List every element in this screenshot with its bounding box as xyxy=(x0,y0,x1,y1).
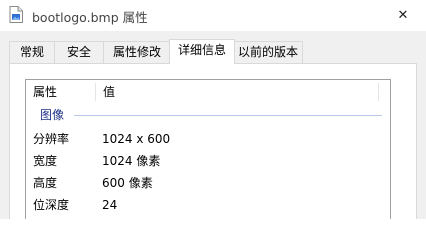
column-header-value[interactable]: 值 xyxy=(96,80,378,105)
tab-attribute-edit[interactable]: 属性修改 xyxy=(103,41,171,63)
property-name: 分辨率 xyxy=(33,132,70,146)
title-bar[interactable]: bootlogo.bmp 属性 ✕ xyxy=(0,0,426,31)
group-label: 图像 xyxy=(40,108,65,122)
list-item[interactable]: 高度 600 像素 xyxy=(26,172,390,194)
column-header-label: 值 xyxy=(103,85,116,99)
property-value: 600 像素 xyxy=(102,176,153,190)
property-value: 24 xyxy=(102,198,118,212)
tab-details[interactable]: 详细信息 xyxy=(169,39,235,64)
details-list[interactable]: 属性 值 图像 分辨率 1024 x 600 宽度 1024 像素 高度 600… xyxy=(25,79,391,219)
group-header-image: 图像 xyxy=(26,107,390,123)
tab-label: 属性修改 xyxy=(112,45,161,59)
list-item[interactable]: 分辨率 1024 x 600 xyxy=(26,128,390,150)
property-value: 1024 x 600 xyxy=(102,132,171,146)
tab-label: 常规 xyxy=(19,45,44,59)
bmp-file-icon xyxy=(9,6,23,23)
column-header-row: 属性 值 xyxy=(26,80,390,105)
tab-label: 以前的版本 xyxy=(237,45,298,59)
property-name: 高度 xyxy=(33,176,58,190)
tab-label: 详细信息 xyxy=(177,43,226,57)
property-value: 1024 像素 xyxy=(102,154,161,168)
tab-previous-versions[interactable]: 以前的版本 xyxy=(233,41,303,63)
tab-security[interactable]: 安全 xyxy=(54,41,104,63)
column-header-name[interactable]: 属性 xyxy=(26,80,98,105)
window-title: bootlogo.bmp 属性 xyxy=(32,10,148,25)
column-header-label: 属性 xyxy=(33,85,58,99)
group-divider-line xyxy=(74,115,382,116)
properties-dialog: bootlogo.bmp 属性 ✕ 常规 安全 属性修改 详细信息 以前的版本 … xyxy=(0,0,426,219)
list-item[interactable]: 宽度 1024 像素 xyxy=(26,150,390,172)
close-icon: ✕ xyxy=(397,8,409,23)
tab-general[interactable]: 常规 xyxy=(9,41,55,63)
list-item[interactable]: 位深度 24 xyxy=(26,194,390,216)
tab-label: 安全 xyxy=(66,45,91,59)
close-button[interactable]: ✕ xyxy=(380,0,426,31)
property-name: 位深度 xyxy=(33,198,70,212)
property-name: 宽度 xyxy=(33,154,58,168)
column-divider[interactable] xyxy=(378,83,379,101)
